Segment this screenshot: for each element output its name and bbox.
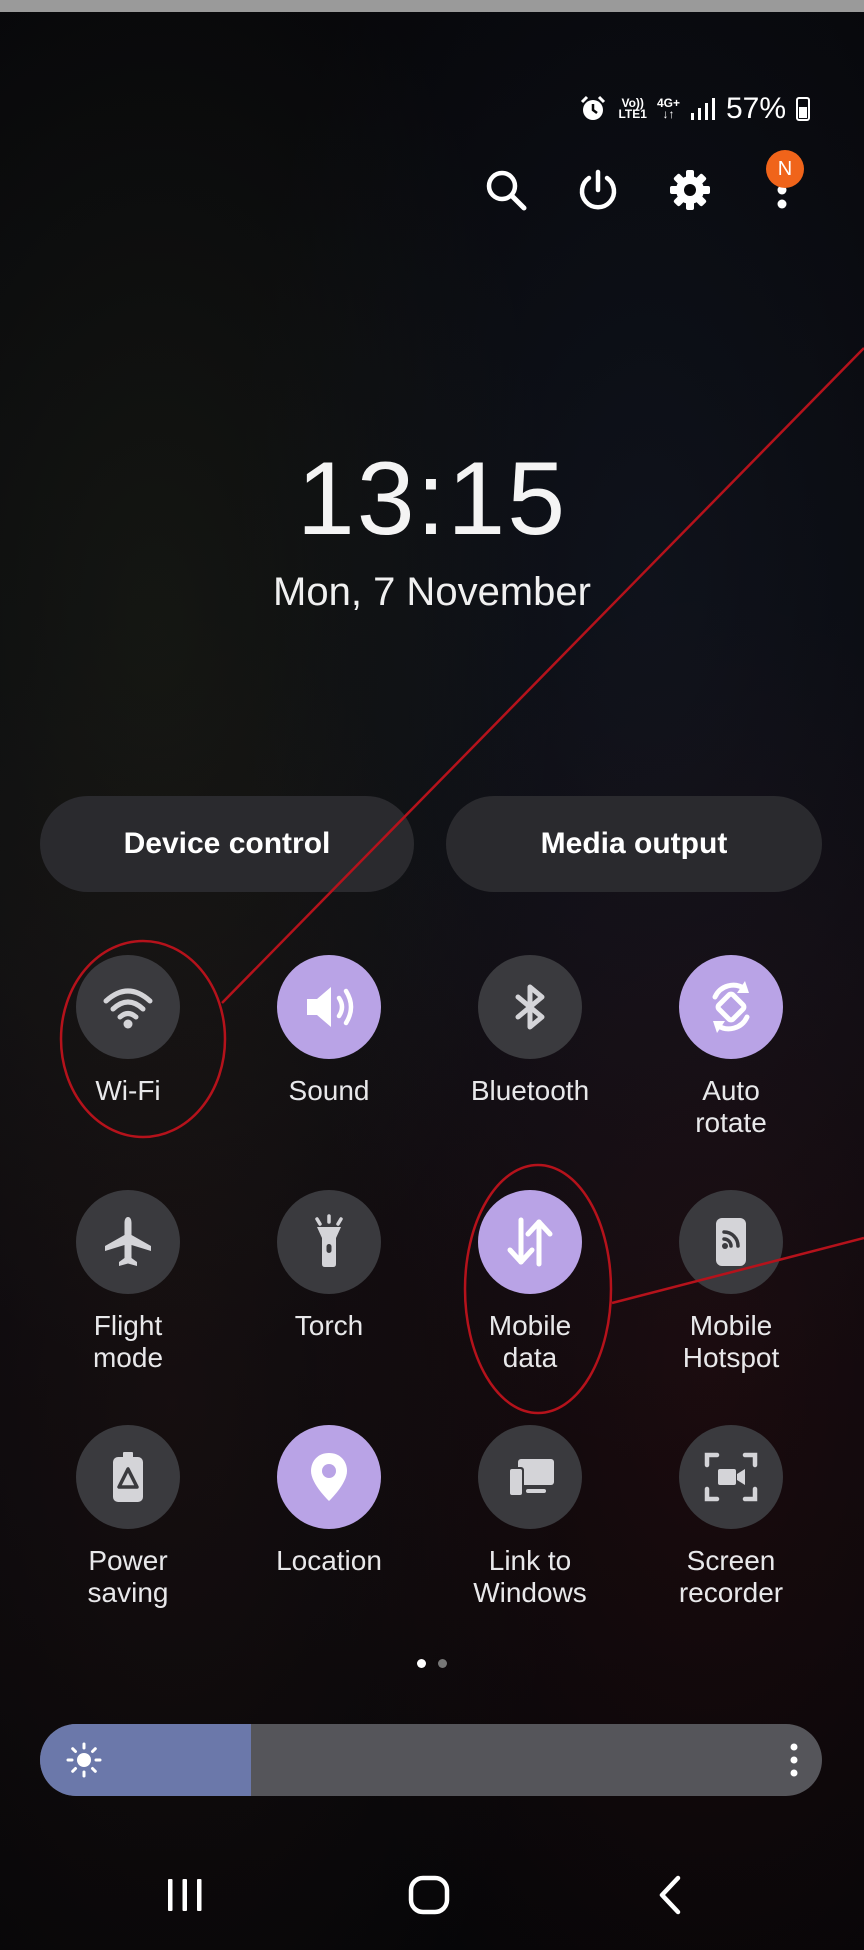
top-edge-bar	[0, 0, 864, 12]
bluetooth-icon	[502, 979, 558, 1035]
status-bar: Vo)) LTE1 4G+ ↓↑ 57%	[578, 92, 810, 126]
screen-recorder-icon	[701, 1447, 761, 1507]
tile-link-to-windows-toggle[interactable]	[478, 1425, 582, 1529]
tile-label: Link to Windows	[473, 1545, 587, 1608]
tile-label: Flight mode	[92, 1310, 164, 1373]
mobile-data-icon	[500, 1212, 560, 1272]
clock-time: 13:15	[296, 441, 568, 557]
sun-icon	[66, 1742, 102, 1778]
back-icon	[659, 1875, 681, 1915]
device-control-button[interactable]: Device control	[40, 796, 414, 892]
network-indicator: 4G+ ↓↑	[657, 97, 680, 121]
tile-power-saving-toggle[interactable]	[76, 1425, 180, 1529]
tile-label: Screen recorder	[678, 1545, 784, 1608]
wifi-icon	[100, 979, 156, 1035]
tile-torch-toggle[interactable]	[277, 1190, 381, 1294]
tile-label: Mobile data	[488, 1310, 572, 1373]
tile-location-toggle[interactable]	[277, 1425, 381, 1529]
tile-screen-recorder-toggle[interactable]	[679, 1425, 783, 1529]
home-icon	[408, 1875, 450, 1915]
gear-icon[interactable]	[668, 168, 712, 212]
tile-wi-fi-toggle[interactable]	[76, 955, 180, 1059]
tile-label: Power saving	[87, 1545, 169, 1608]
tile-mobile-data[interactable]: Mobile data	[440, 1190, 620, 1374]
alarm-icon	[581, 95, 606, 120]
tile-flight-mode[interactable]: Flight mode	[38, 1190, 218, 1374]
tile-label: Mobile Hotspot	[682, 1310, 780, 1373]
tile-link-to-windows[interactable]: Link to Windows	[440, 1425, 620, 1609]
tile-sound-toggle[interactable]	[277, 955, 381, 1059]
power-icon[interactable]	[576, 168, 620, 212]
tile-mobile-data-toggle[interactable]	[478, 1190, 582, 1294]
signal-icon	[690, 98, 715, 120]
sound-icon	[299, 977, 359, 1037]
tile-label: Sound	[288, 1075, 370, 1106]
tile-label: Location	[276, 1545, 382, 1576]
tile-sound[interactable]: Sound	[239, 955, 419, 1107]
tile-power-saving[interactable]: Power saving	[38, 1425, 218, 1609]
tile-screen-recorder[interactable]: Screen recorder	[641, 1425, 821, 1609]
notification-badge: N	[766, 150, 804, 188]
auto-rotate-icon	[701, 977, 761, 1037]
hotspot-icon	[703, 1214, 759, 1270]
tile-bluetooth[interactable]: Bluetooth	[440, 955, 620, 1107]
tile-bluetooth-toggle[interactable]	[478, 955, 582, 1059]
tile-location[interactable]: Location	[239, 1425, 419, 1577]
volte-indicator: Vo)) LTE1	[618, 97, 647, 121]
tile-label: Bluetooth	[470, 1075, 590, 1106]
more-options-button[interactable]: N	[760, 150, 804, 212]
page-dot[interactable]	[417, 1659, 426, 1668]
battery-percent: 57%	[725, 92, 786, 125]
navigation-bar	[0, 1860, 864, 1930]
airplane-icon	[99, 1213, 157, 1271]
tile-label: Wi-Fi	[95, 1075, 161, 1106]
tile-mobile-hotspot-toggle[interactable]	[679, 1190, 783, 1294]
data-arrows-icon: ↓↑	[662, 107, 675, 121]
panel-header-icons: N	[484, 150, 804, 212]
power-saving-icon	[100, 1449, 156, 1505]
tile-wi-fi[interactable]: Wi-Fi	[38, 955, 218, 1107]
search-icon[interactable]	[484, 168, 528, 212]
tile-mobile-hotspot[interactable]: Mobile Hotspot	[641, 1190, 821, 1374]
recent-apps-button[interactable]	[150, 1860, 220, 1930]
tile-torch[interactable]: Torch	[239, 1190, 419, 1342]
tile-flight-mode-toggle[interactable]	[76, 1190, 180, 1294]
recent-apps-icon	[168, 1879, 202, 1911]
torch-icon	[301, 1214, 357, 1270]
tile-label: Torch	[294, 1310, 364, 1341]
page-indicator	[0, 1659, 864, 1668]
link-to-windows-icon	[500, 1447, 560, 1507]
clock-date: Mon, 7 November	[273, 570, 591, 614]
brightness-slider[interactable]	[40, 1724, 822, 1796]
tile-auto-rotate[interactable]: Auto rotate	[641, 955, 821, 1139]
tile-auto-rotate-toggle[interactable]	[679, 955, 783, 1059]
volte-line-2: LTE1	[618, 107, 647, 121]
page-dot[interactable]	[438, 1659, 447, 1668]
tile-label: Auto rotate	[695, 1075, 767, 1138]
back-button[interactable]	[636, 1860, 706, 1930]
home-button[interactable]	[394, 1860, 464, 1930]
brightness-more-icon[interactable]	[788, 1742, 800, 1778]
location-icon	[301, 1449, 357, 1505]
battery-icon	[796, 97, 810, 121]
media-output-button[interactable]: Media output	[446, 796, 822, 892]
